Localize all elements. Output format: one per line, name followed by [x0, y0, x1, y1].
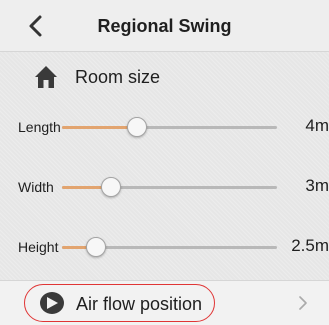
length-value: 4m: [305, 116, 329, 135]
height-slider-track[interactable]: [62, 237, 277, 257]
height-value: 2.5m: [291, 236, 329, 255]
width-slider-track[interactable]: [62, 177, 277, 197]
length-label: Length: [18, 119, 61, 135]
height-label: Height: [18, 239, 59, 255]
height-slider-thumb[interactable]: [86, 237, 107, 257]
room-size-section: Room size: [34, 62, 160, 92]
chevron-right-icon: [299, 296, 307, 310]
width-label: Width: [18, 179, 54, 195]
width-value: 3m: [305, 176, 329, 195]
air-flow-position-label: Air flow position: [76, 294, 203, 314]
app-header: Regional Swing: [0, 0, 329, 52]
section-title: Room size: [75, 66, 161, 87]
height-slider-row: Height 2.5m: [0, 232, 329, 262]
width-slider-row: Width 3m: [0, 172, 329, 202]
page-title: Regional Swing: [97, 16, 232, 36]
length-slider-fill: [62, 126, 138, 129]
air-flow-position-item[interactable]: Air flow position: [0, 280, 329, 325]
air-flow-icon: [40, 292, 64, 314]
width-slider-thumb[interactable]: [101, 177, 122, 197]
length-slider-track[interactable]: [62, 117, 277, 137]
length-slider-row: Length 4m: [0, 112, 329, 142]
home-icon: [35, 66, 57, 88]
length-slider-thumb[interactable]: [127, 117, 148, 137]
